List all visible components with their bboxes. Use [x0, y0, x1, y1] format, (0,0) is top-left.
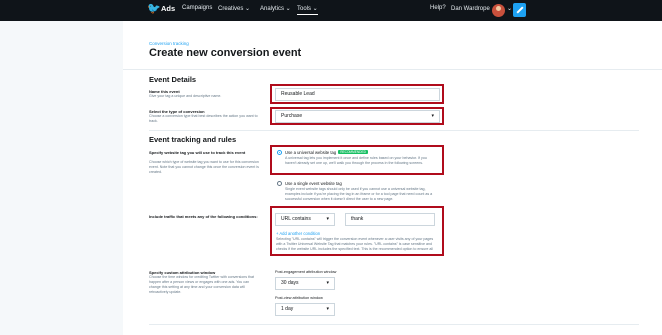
- avatar-chevron-icon[interactable]: ⌄: [507, 5, 512, 12]
- help-link[interactable]: Help?: [430, 5, 446, 11]
- rule-condition-select[interactable]: URL contains: [275, 213, 335, 226]
- event-details-heading: Event Details: [149, 75, 197, 84]
- nav-creatives[interactable]: Creatives ⌄: [218, 5, 250, 12]
- top-navigation-bar: 🐦 Ads Campaigns Creatives ⌄ Analytics ⌄ …: [0, 0, 662, 21]
- website-tag-label: Specify website tag you will use to trac…: [149, 150, 246, 155]
- twitter-bird-icon[interactable]: 🐦: [147, 3, 161, 16]
- compose-icon[interactable]: [513, 3, 526, 17]
- conversion-type-select[interactable]: Purchase: [275, 110, 440, 123]
- account-menu[interactable]: Dan Wardrope ⌄: [451, 5, 497, 12]
- ads-brand[interactable]: Ads: [161, 4, 175, 13]
- nav-campaigns[interactable]: Campaigns: [182, 5, 212, 11]
- attribution-help: Choose the time window for crediting Twi…: [149, 275, 254, 294]
- divider: [123, 69, 662, 70]
- recommended-badge: RECOMMENDED: [338, 150, 368, 154]
- event-name-input[interactable]: Reusable Lead: [275, 88, 440, 101]
- post-engagement-label: Post-engagement attribution window: [275, 270, 337, 274]
- website-tag-help: Choose which type of website tag you wan…: [149, 160, 259, 174]
- nav-analytics[interactable]: Analytics ⌄: [260, 5, 291, 12]
- avatar[interactable]: [492, 4, 505, 17]
- divider: [149, 130, 639, 131]
- event-tracking-heading: Event tracking and rules: [149, 135, 237, 144]
- universal-tag-radio[interactable]: [277, 150, 282, 155]
- add-condition-link[interactable]: + Add another condition: [276, 231, 320, 236]
- single-event-tag-option[interactable]: Use a single event website tag: [285, 181, 342, 186]
- conversion-type-help: Choose a conversion type that best descr…: [149, 114, 258, 123]
- breadcrumb[interactable]: Conversion tracking: [149, 41, 189, 46]
- single-event-tag-help: Single event website tags should only be…: [285, 187, 433, 201]
- page-title: Create new conversion event: [149, 47, 302, 59]
- divider: [149, 324, 639, 325]
- post-view-select[interactable]: 1 day: [275, 303, 335, 316]
- rule-value-input[interactable]: thank: [345, 213, 435, 226]
- traffic-rule-label: Include traffic that meets any of the fo…: [149, 214, 258, 219]
- universal-tag-option[interactable]: Use a universal website tag RECOMMENDED: [285, 150, 368, 155]
- single-event-tag-radio[interactable]: [277, 181, 282, 186]
- event-name-help: Give your tag a unique and descriptive n…: [149, 94, 222, 98]
- post-view-label: Post-view attribution window: [275, 296, 323, 300]
- post-engagement-select[interactable]: 30 days: [275, 277, 335, 290]
- main-content: Conversion tracking Create new conversio…: [123, 21, 662, 335]
- rule-help: Selecting "URL contains" will trigger th…: [276, 237, 434, 251]
- nav-tools[interactable]: Tools ⌄: [297, 5, 318, 15]
- universal-tag-help: A universal tag lets you implement it on…: [285, 156, 427, 165]
